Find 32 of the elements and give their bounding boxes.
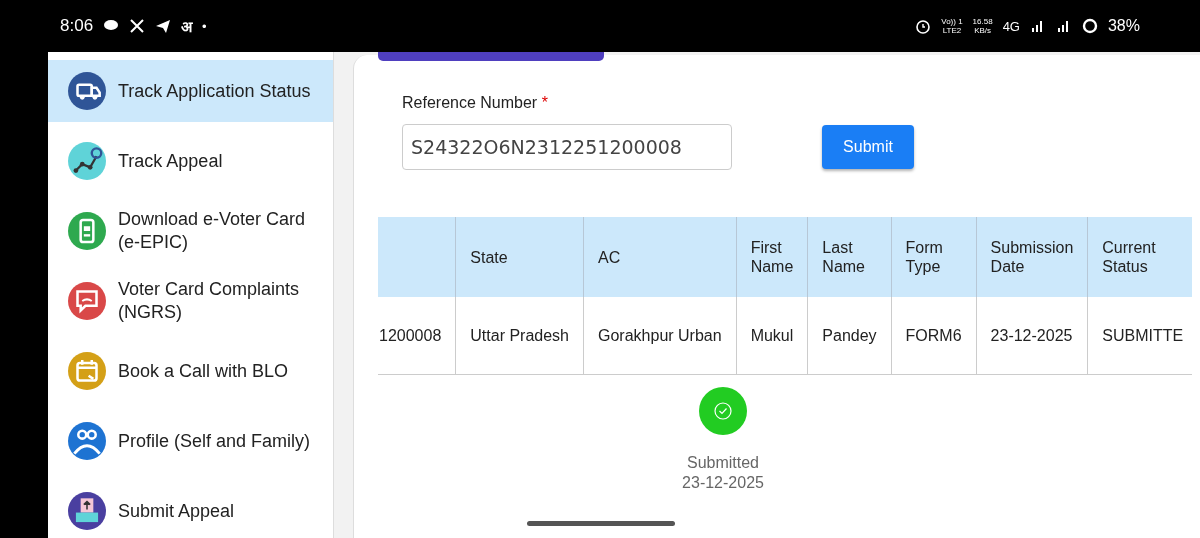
- column-header: AC: [583, 217, 737, 297]
- table-cell: FORM6: [891, 297, 977, 375]
- column-header: First Name: [736, 217, 808, 297]
- alarm-clock-icon: [915, 18, 932, 34]
- column-header: Current Status: [1087, 217, 1192, 297]
- battery-ring-icon: [1081, 18, 1098, 34]
- column-header: Submission Date: [976, 217, 1088, 297]
- column-header: State: [455, 217, 584, 297]
- notification-dot: •: [202, 18, 207, 34]
- table-cell: 1200008: [378, 297, 456, 375]
- table-cell: Mukul: [736, 297, 808, 375]
- column-header: Form Type: [891, 217, 977, 297]
- field-label: Reference Number *: [402, 94, 549, 112]
- table-cell: Pandey: [807, 297, 892, 375]
- status-text: Submitted 23-12-2025: [682, 453, 764, 493]
- table-cell: Gorakhpur Urban: [583, 297, 737, 375]
- script-glyph: अ: [181, 17, 193, 36]
- sidebar-item[interactable]: Track Application Status: [48, 60, 333, 122]
- volte-label: Vo)) 1 LTE2: [941, 17, 963, 35]
- table-cell: 23-12-2025: [976, 297, 1088, 375]
- column-header: Last Name: [807, 217, 892, 297]
- success-check-icon: [699, 387, 747, 435]
- table-cell: Uttar Pradesh: [455, 297, 584, 375]
- table-cell: SUBMITTE: [1087, 297, 1192, 375]
- paper-plane-icon: [155, 18, 172, 34]
- network-type: 4G: [1002, 18, 1020, 34]
- reference-number-field[interactable]: S24322O6N2312251200008: [402, 124, 732, 170]
- x-logo-icon: [129, 18, 146, 34]
- submit-button[interactable]: Submit: [822, 125, 914, 169]
- clock-time: 8:06: [60, 16, 94, 36]
- battery-level: 38%: [1107, 17, 1140, 35]
- network-speed: 16.58 KB/s: [972, 17, 993, 35]
